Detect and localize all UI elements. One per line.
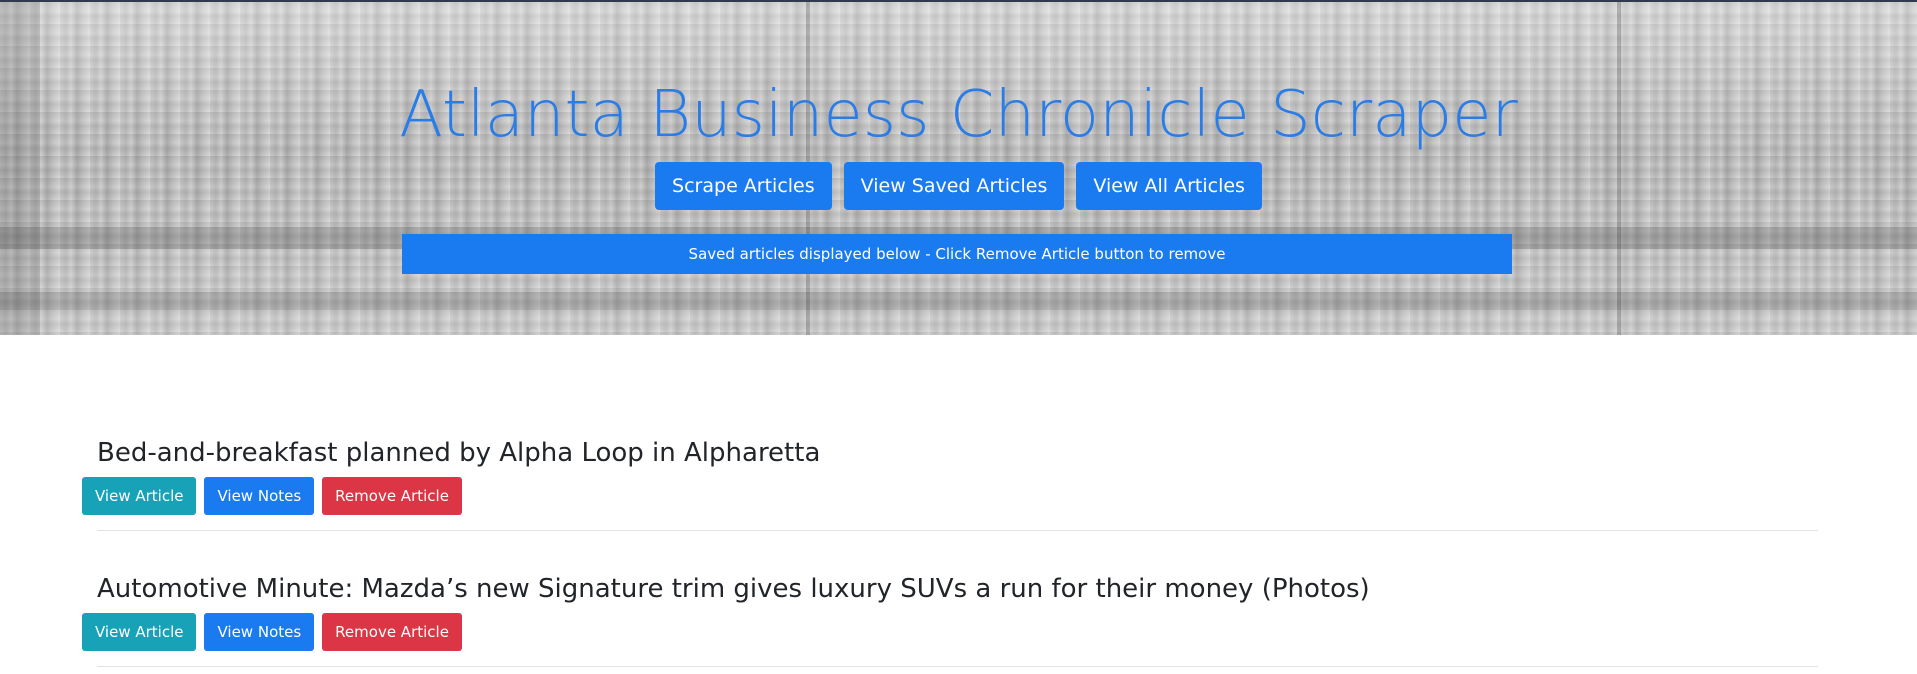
divider [97,666,1818,667]
view-all-articles-button[interactable]: View All Articles [1076,162,1262,210]
view-saved-articles-button[interactable]: View Saved Articles [843,162,1065,210]
newspaper-background-header: Atlanta Business Chronicle Scraper Scrap… [0,0,1917,335]
view-article-button[interactable]: View Article [82,613,197,651]
view-article-button[interactable]: View Article [82,477,197,515]
page-title: Atlanta Business Chronicle Scraper [399,78,1518,152]
info-banner: Saved articles displayed below - Click R… [402,234,1512,274]
view-notes-button[interactable]: View Notes [204,613,315,651]
view-notes-button[interactable]: View Notes [204,477,315,515]
remove-article-button[interactable]: Remove Article [322,613,462,651]
article-actions: View Article View Notes Remove Article [82,477,462,515]
divider [97,530,1818,531]
background-texture [0,292,1917,310]
header-button-group: Scrape Articles View Saved Articles View… [0,162,1917,210]
scrape-articles-button[interactable]: Scrape Articles [655,162,832,210]
article-title: Bed-and-breakfast planned by Alpha Loop … [97,438,821,468]
article-title: Automotive Minute: Mazda’s new Signature… [97,574,1370,604]
remove-article-button[interactable]: Remove Article [322,477,462,515]
article-actions: View Article View Notes Remove Article [82,613,462,651]
